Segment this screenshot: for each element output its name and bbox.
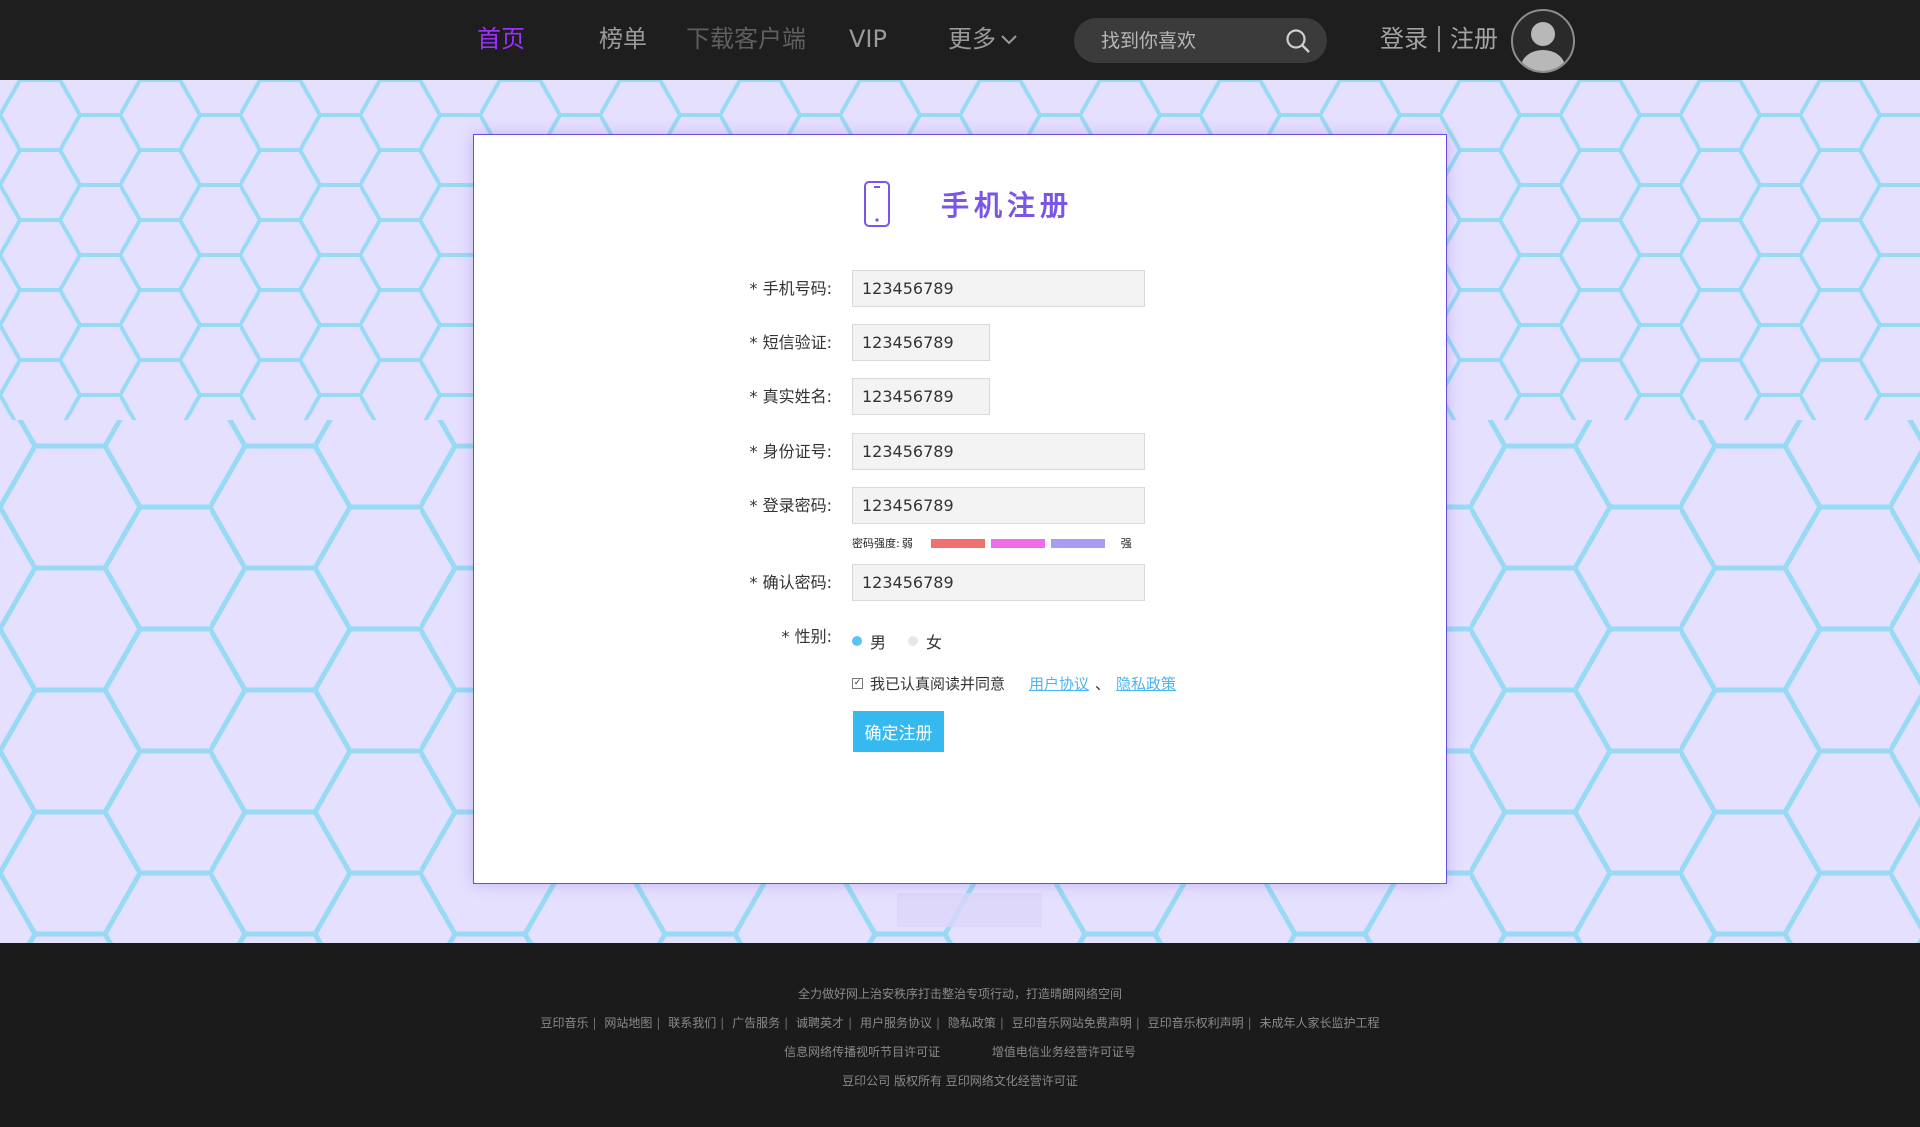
gender-group: 男 女 <box>852 629 942 653</box>
sms-code-input[interactable] <box>852 324 990 361</box>
footer-links: 豆印音乐 | 网站地图 | 联系我们 | 广告服务 | 诚聘英才 | 用户服务协议 | 隐私… <box>540 1016 1380 1030</box>
page-title: 手机注册 <box>941 189 1074 222</box>
mobile-phone-icon <box>864 181 890 227</box>
phone-input[interactable] <box>852 270 1145 307</box>
agree-text: 我已认真阅读并同意 <box>870 675 1006 693</box>
footer-link[interactable]: 豆印音乐网站免费声明 <box>1012 1016 1132 1030</box>
strength-bar-weak <box>930 538 985 548</box>
realname-label: * 真实姓名: <box>749 387 832 406</box>
confirm-password-input[interactable] <box>852 564 1145 601</box>
realname-input[interactable] <box>852 378 990 415</box>
strength-bar-strong <box>1050 538 1105 548</box>
footer-link[interactable]: 用户服务协议 <box>860 1016 932 1030</box>
search-input[interactable] <box>1099 28 1283 53</box>
footer-license-a: 信息网络传播视听节目许可证 <box>784 1045 941 1059</box>
password-strength: 密码强度: 弱 强 <box>852 535 1132 551</box>
agree-separator: 、 <box>1095 675 1111 693</box>
gender-female-label[interactable]: 女 <box>926 629 942 653</box>
nav-vip[interactable]: VIP <box>849 22 887 56</box>
footer-link[interactable]: 广告服务 <box>732 1016 780 1030</box>
footer-link[interactable]: 豆印音乐 <box>540 1016 588 1030</box>
footer-link[interactable]: 豆印音乐权利声明 <box>1148 1016 1244 1030</box>
footer: 全力做好网上治安秩序打击整治专项行动，打造晴朗网络空间 豆印音乐 | 网站地图 | … <box>0 943 1920 1127</box>
gender-female-radio[interactable] <box>908 636 919 646</box>
strength-weak: 弱 <box>901 537 913 550</box>
nav-charts[interactable]: 榜单 <box>599 22 647 56</box>
strength-label: 密码强度: <box>852 537 900 550</box>
phone-label: * 手机号码: <box>749 279 832 298</box>
footer-link[interactable]: 未成年人家长监护工程 <box>1260 1016 1380 1030</box>
auth-links: 登录 注册 <box>1380 22 1498 56</box>
privacy-link[interactable]: 隐私政策 <box>1116 673 1176 694</box>
top-navbar: 首页 榜单 下载客户端 VIP 更多 登录 注册 <box>0 0 1920 80</box>
register-card: 手机注册 * 手机号码: * 短信验证: * 真实姓名: * 身份证号: * 登… <box>473 134 1447 884</box>
register-link[interactable]: 注册 <box>1450 22 1498 56</box>
user-silhouette-icon <box>1521 22 1565 71</box>
nav-home[interactable]: 首页 <box>477 22 525 56</box>
card-header: 手机注册 <box>861 180 1073 228</box>
ghost-tab <box>897 893 1042 927</box>
idcard-input[interactable] <box>852 433 1145 470</box>
footer-link[interactable]: 隐私政策 <box>948 1016 996 1030</box>
sms-label: * 短信验证: <box>749 333 832 352</box>
footer-slogan: 全力做好网上治安秩序打击整治专项行动，打造晴朗网络空间 <box>797 987 1122 1001</box>
submit-register-button[interactable]: 确定注册 <box>853 711 944 752</box>
avatar[interactable] <box>1511 9 1575 73</box>
footer-licenses: 信息网络传播视听节目许可证 增值电信业务经营许可证号 <box>0 1043 1920 1060</box>
login-link[interactable]: 登录 <box>1380 22 1428 56</box>
gender-label: * 性别: <box>781 627 832 646</box>
footer-link[interactable]: 联系我们 <box>668 1016 716 1030</box>
footer-link[interactable]: 网站地图 <box>604 1016 652 1030</box>
nav-download-client[interactable]: 下载客户端 <box>686 22 806 56</box>
nav-more-label: 更多 <box>948 25 996 53</box>
chevron-down-icon <box>1001 35 1017 45</box>
strength-bar-medium <box>990 538 1045 548</box>
footer-copyright: 豆印公司 版权所有 豆印网络文化经营许可证 <box>842 1074 1078 1088</box>
agree-checkbox[interactable]: ✓ <box>852 678 863 689</box>
idcard-label: * 身份证号: <box>749 442 832 461</box>
gender-male-label[interactable]: 男 <box>870 629 886 653</box>
search-box <box>1074 18 1327 63</box>
password-input[interactable] <box>852 487 1145 524</box>
terms-link[interactable]: 用户协议 <box>1029 673 1089 694</box>
password-label: * 登录密码: <box>749 496 832 515</box>
strength-strong: 强 <box>1120 537 1132 550</box>
agreement-row: ✓ 我已认真阅读并同意 用户协议 、 隐私政策 <box>852 673 1176 694</box>
confirm-label: * 确认密码: <box>749 573 832 592</box>
search-icon[interactable] <box>1285 28 1311 54</box>
auth-divider <box>1438 26 1440 52</box>
footer-license-b: 增值电信业务经营许可证号 <box>991 1045 1136 1059</box>
gender-male-radio[interactable] <box>852 636 862 646</box>
nav-more[interactable]: 更多 <box>948 22 1018 56</box>
footer-link[interactable]: 诚聘英才 <box>796 1016 844 1030</box>
